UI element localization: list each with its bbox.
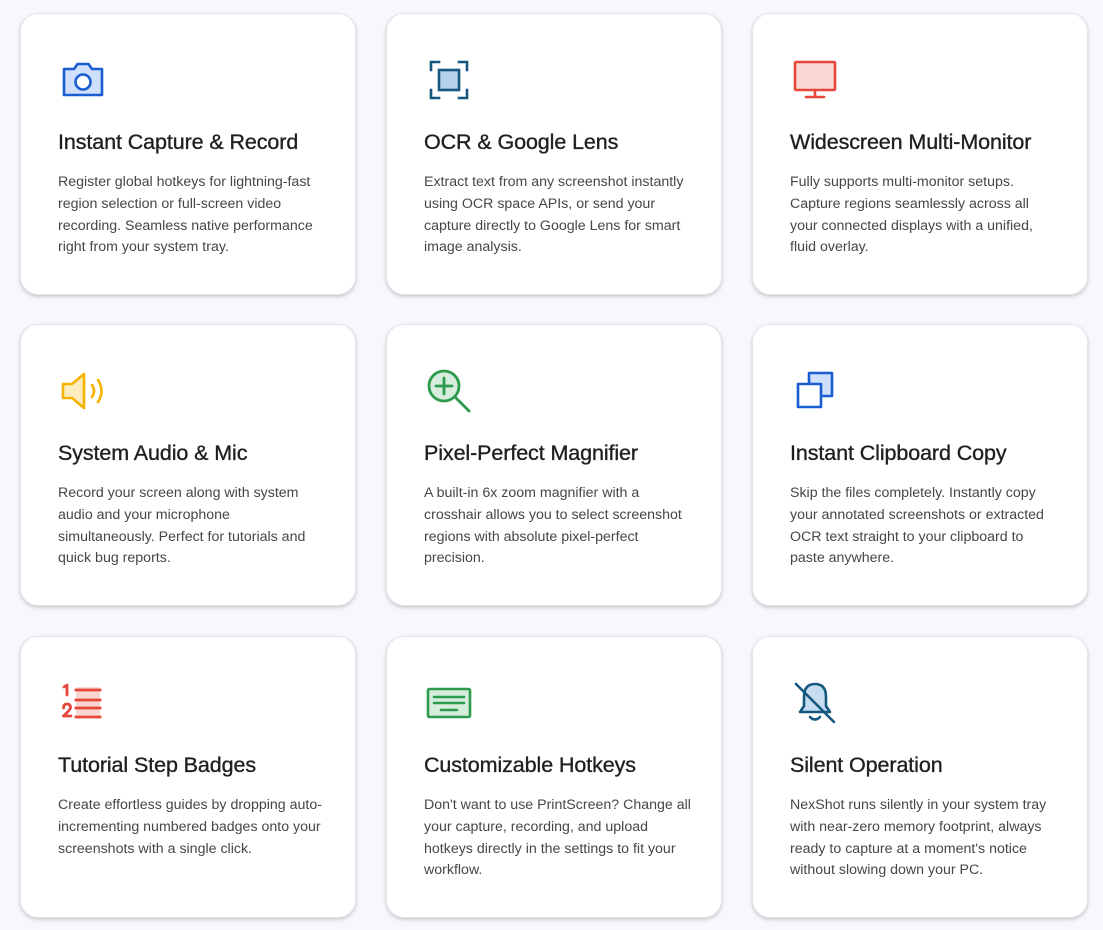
feature-card-instant-capture: Instant Capture & Record Register global… xyxy=(20,13,356,295)
feature-title: Widescreen Multi-Monitor xyxy=(790,130,1032,154)
feature-description: Don't want to use PrintScreen? Change al… xyxy=(424,797,691,879)
feature-title: Silent Operation xyxy=(790,753,943,777)
feature-description: Create effortless guides by dropping aut… xyxy=(58,797,322,857)
feature-title: Customizable Hotkeys xyxy=(424,753,636,777)
feature-description: Register global hotkeys for lightning-fa… xyxy=(58,174,313,256)
scan-frame-icon xyxy=(423,54,475,106)
feature-card-customizable-hotkeys: Customizable Hotkeys Don't want to use P… xyxy=(386,636,722,918)
feature-description: Skip the files completely. Instantly cop… xyxy=(790,485,1044,567)
feature-description: Fully supports multi-monitor setups. Cap… xyxy=(790,174,1033,256)
feature-title: OCR & Google Lens xyxy=(424,130,619,154)
feature-card-silent-operation: Silent Operation NexShot runs silently i… xyxy=(752,636,1088,918)
feature-description: Extract text from any screenshot instant… xyxy=(424,174,684,256)
feature-title: Tutorial Step Badges xyxy=(58,753,256,777)
numbered-list-icon xyxy=(57,677,109,729)
feature-card-instant-clipboard-copy: Instant Clipboard Copy Skip the files co… xyxy=(752,324,1088,606)
feature-title: Instant Clipboard Copy xyxy=(790,441,1007,465)
feature-card-widescreen-multi-monitor: Widescreen Multi-Monitor Fully supports … xyxy=(752,13,1088,295)
feature-card-pixel-perfect-magnifier: Pixel-Perfect Magnifier A built-in 6x zo… xyxy=(386,324,722,606)
feature-description: Record your screen along with system aud… xyxy=(58,485,306,567)
feature-description: A built-in 6x zoom magnifier with a cros… xyxy=(424,485,682,567)
feature-title: Pixel-Perfect Magnifier xyxy=(424,441,638,465)
feature-card-tutorial-step-badges: Tutorial Step Badges Create effortless g… xyxy=(20,636,356,918)
feature-description: NexShot runs silently in your system tra… xyxy=(790,797,1047,879)
camera-icon xyxy=(57,54,109,106)
monitor-icon xyxy=(789,54,841,106)
feature-card-ocr-google-lens: OCR & Google Lens Extract text from any … xyxy=(386,13,722,295)
copy-icon xyxy=(789,365,841,417)
zoom-in-icon xyxy=(423,365,475,417)
speaker-icon xyxy=(57,365,109,417)
feature-card-system-audio-mic: System Audio & Mic Record your screen al… xyxy=(20,324,356,606)
feature-title: Instant Capture & Record xyxy=(58,130,299,154)
feature-title: System Audio & Mic xyxy=(58,441,248,465)
keyboard-icon xyxy=(423,677,475,729)
bell-off-icon xyxy=(789,677,841,729)
